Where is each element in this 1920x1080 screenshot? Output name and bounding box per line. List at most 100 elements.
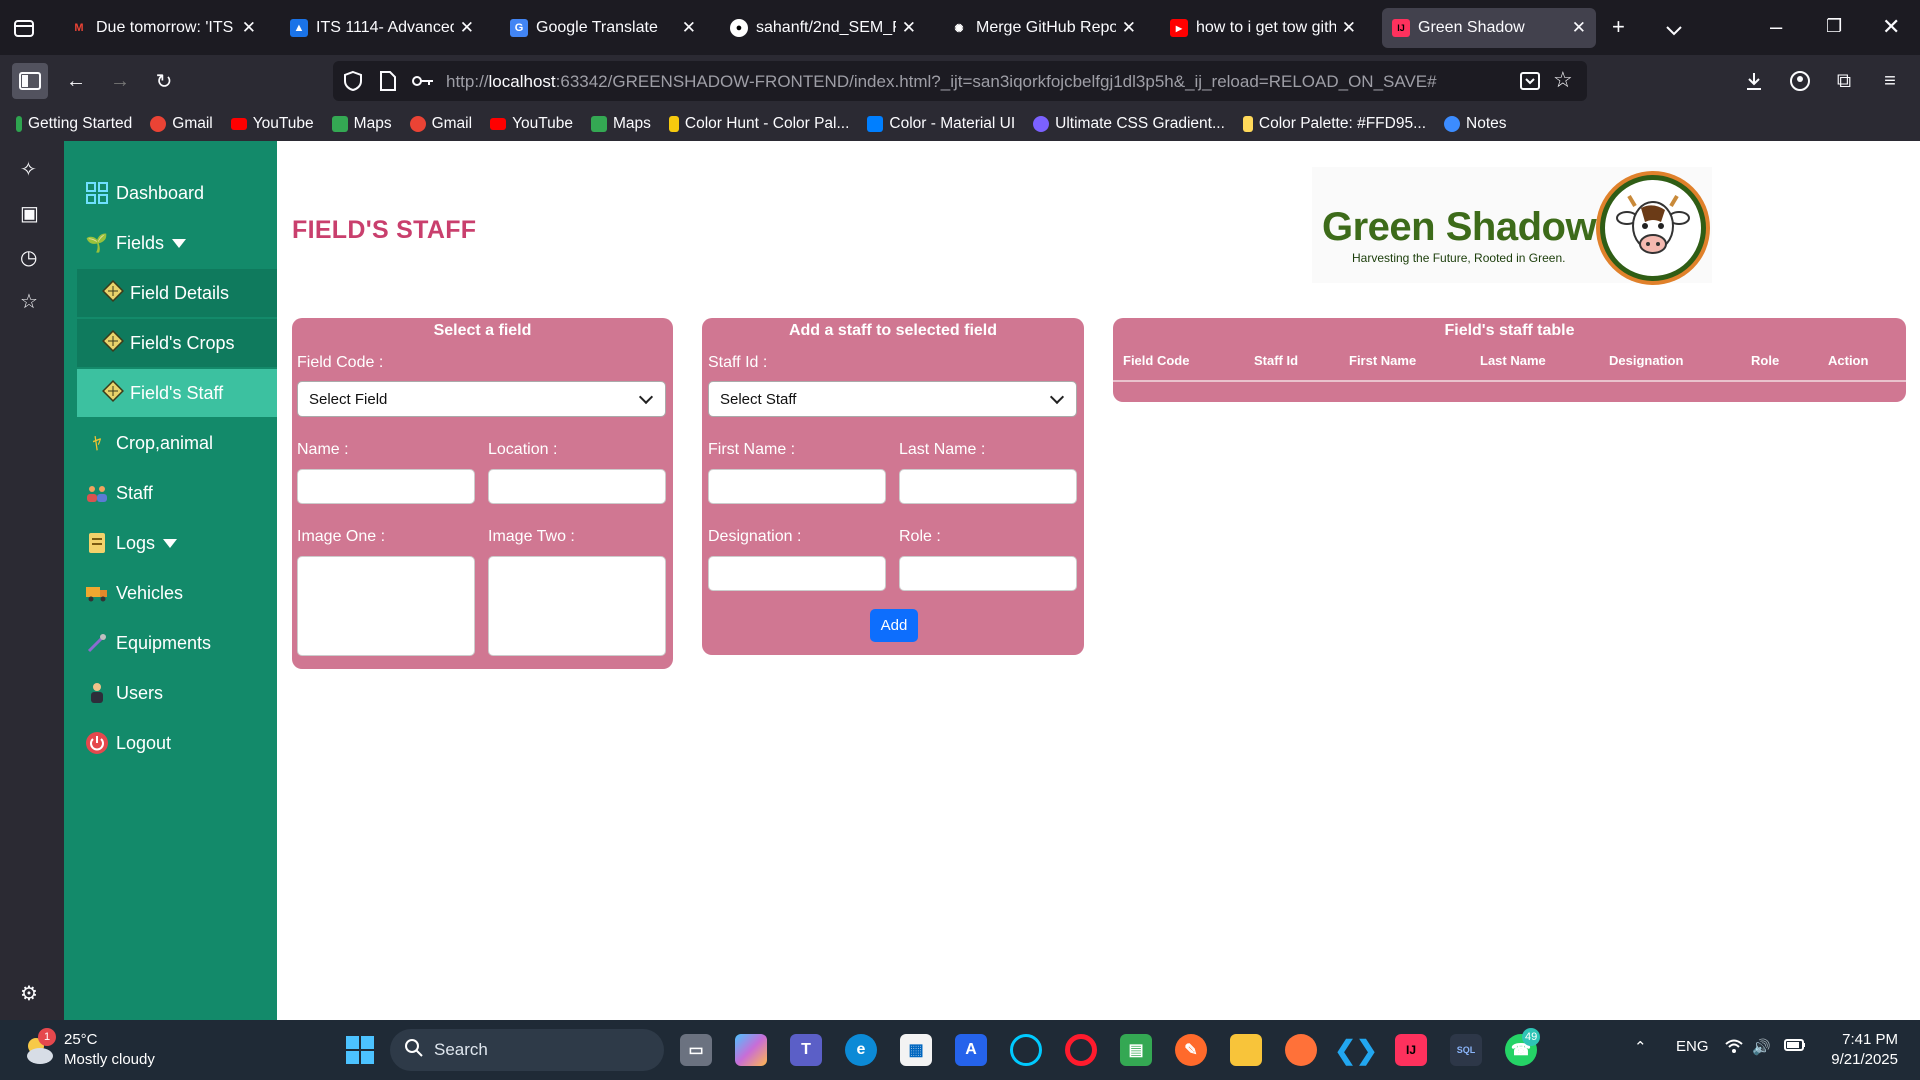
classroom-icon[interactable]: ▤ <box>1120 1034 1152 1066</box>
bookmark-item[interactable]: Color Palette: #FFD95... <box>1242 115 1426 133</box>
image-one-box[interactable] <box>297 556 475 656</box>
bookmark-star-icon[interactable]: ☆ <box>1553 67 1573 93</box>
close-tab-icon[interactable]: ✕ <box>902 18 916 38</box>
nav-crop-animal[interactable]: ﾔ Crop,animal <box>84 423 214 463</box>
intellij-icon[interactable]: IJ <box>1395 1034 1427 1066</box>
close-tab-icon[interactable]: ✕ <box>1572 18 1586 38</box>
nav-vehicles[interactable]: Vehicles <box>84 573 183 613</box>
browser-tab[interactable]: ✺ Merge GitHub Repos ✕ <box>940 8 1146 48</box>
azure-icon[interactable]: A <box>955 1034 987 1066</box>
nav-field-details[interactable]: Field Details <box>77 269 277 317</box>
menu-icon[interactable]: ≡ <box>1872 63 1908 99</box>
add-button[interactable]: Add <box>870 609 918 642</box>
url-text[interactable]: http://localhost:63342/GREENSHADOW-FRONT… <box>446 72 1437 92</box>
bookmark-item[interactable]: Gmail <box>409 115 472 133</box>
volume-icon[interactable]: 🔊 <box>1752 1038 1771 1056</box>
store-icon[interactable]: ▦ <box>900 1034 932 1066</box>
browser-tab[interactable]: ▶ how to i get tow githu ✕ <box>1160 8 1366 48</box>
page-icon[interactable] <box>379 70 397 97</box>
wifi-icon[interactable] <box>1724 1038 1744 1058</box>
field-code-select[interactable]: Select Field <box>297 381 666 417</box>
nav-dashboard[interactable]: Dashboard <box>84 173 204 213</box>
account-icon[interactable] <box>1782 63 1818 99</box>
edge-icon[interactable]: e <box>845 1034 877 1066</box>
browser-tab[interactable]: ▲ ITS 1114- Advanced AI ✕ <box>280 8 484 48</box>
bookmark-item[interactable]: Getting Started <box>16 115 132 133</box>
task-view-icon[interactable]: ▭ <box>680 1034 712 1066</box>
ai-chatbot-icon[interactable]: ✧ <box>20 157 37 182</box>
chevron-down-icon[interactable] <box>1664 18 1684 44</box>
sidebar-toggle-icon[interactable] <box>12 63 48 99</box>
bookmark-item[interactable]: Color Hunt - Color Pal... <box>668 115 849 133</box>
history-icon[interactable]: ◷ <box>20 245 37 270</box>
close-window-icon[interactable]: ✕ <box>1882 14 1900 40</box>
save-to-pocket-icon[interactable] <box>1519 70 1541 97</box>
bookmark-item[interactable]: YouTube <box>490 115 573 133</box>
forward-icon[interactable]: → <box>102 63 138 99</box>
new-tab-icon[interactable]: + <box>1612 14 1625 40</box>
nav-staff[interactable]: Staff <box>84 473 153 513</box>
bookmark-item[interactable]: Notes <box>1444 115 1507 133</box>
first-name-field[interactable] <box>708 469 886 504</box>
weather-widget[interactable]: 25°C Mostly cloudy <box>64 1030 155 1070</box>
postman-icon[interactable]: ✎ <box>1175 1034 1207 1066</box>
battery-icon[interactable] <box>1784 1038 1806 1056</box>
close-tab-icon[interactable]: ✕ <box>682 18 696 38</box>
location-field[interactable] <box>488 469 666 504</box>
minimize-icon[interactable]: – <box>1770 14 1782 40</box>
last-name-field[interactable] <box>899 469 1077 504</box>
close-tab-icon[interactable]: ✕ <box>460 18 474 38</box>
windows-start-icon[interactable] <box>345 1035 375 1070</box>
nav-field-crops[interactable]: Field's Crops <box>77 319 277 367</box>
tab-list-icon[interactable] <box>10 14 38 42</box>
browser-tab-active[interactable]: IJ Green Shadow ✕ <box>1382 8 1596 48</box>
bookmark-item[interactable]: Maps <box>331 115 392 133</box>
firefox-icon[interactable] <box>1285 1034 1317 1066</box>
taskbar-search[interactable]: Search <box>390 1029 664 1071</box>
close-tab-icon[interactable]: ✕ <box>1122 18 1136 38</box>
nav-users[interactable]: Users <box>84 673 163 713</box>
chevron-up-icon[interactable]: ⌃ <box>1634 1038 1647 1056</box>
mysql-workbench-icon[interactable]: SQL <box>1450 1034 1482 1066</box>
language-indicator[interactable]: ENG <box>1676 1038 1709 1055</box>
downloads-icon[interactable] <box>1736 63 1772 99</box>
designation-field[interactable] <box>708 556 886 591</box>
name-field[interactable] <box>297 469 475 504</box>
image-two-box[interactable] <box>488 556 666 656</box>
extensions-icon[interactable]: ⧉ <box>1826 63 1862 99</box>
bookmark-item[interactable]: Gmail <box>150 115 213 133</box>
nav-logout[interactable]: Logout <box>84 723 171 763</box>
reload-icon[interactable]: ↻ <box>146 63 182 99</box>
bookmark-item[interactable]: Color - Material UI <box>867 115 1015 133</box>
back-icon[interactable]: ← <box>58 63 94 99</box>
bookmark-item[interactable]: YouTube <box>230 115 314 133</box>
url-scheme: http:// <box>446 72 489 91</box>
nav-equipments[interactable]: Equipments <box>84 623 211 663</box>
file-explorer-icon[interactable] <box>1230 1034 1262 1066</box>
close-tab-icon[interactable]: ✕ <box>1342 18 1356 38</box>
nav-fields[interactable]: 🌱 Fields <box>84 223 187 263</box>
synced-tabs-icon[interactable]: ▣ <box>20 201 39 226</box>
bookmark-item[interactable]: Ultimate CSS Gradient... <box>1033 115 1225 133</box>
role-field[interactable] <box>899 556 1077 591</box>
opera-icon[interactable] <box>1065 1034 1097 1066</box>
browser-tab[interactable]: ● sahanft/2nd_SEM_FIN/ ✕ <box>720 8 926 48</box>
staff-id-select[interactable]: Select Staff <box>708 381 1077 417</box>
alexa-icon[interactable] <box>1010 1034 1042 1066</box>
browser-tab[interactable]: M Due tomorrow: 'ITS 11 ✕ <box>60 8 266 48</box>
nav-logs[interactable]: Logs <box>84 523 178 563</box>
close-tab-icon[interactable]: ✕ <box>242 18 256 38</box>
bookmark-item[interactable]: Maps <box>590 115 651 133</box>
bookmarks-icon[interactable]: ☆ <box>20 289 38 314</box>
url-bar[interactable]: http://localhost:63342/GREENSHADOW-FRONT… <box>333 61 1587 101</box>
shield-icon[interactable] <box>343 70 363 97</box>
clock[interactable]: 7:41 PM 9/21/2025 <box>1818 1030 1898 1070</box>
teams-icon[interactable]: T <box>790 1034 822 1066</box>
nav-field-staff[interactable]: Field's Staff <box>77 369 277 417</box>
restore-icon[interactable]: ❐ <box>1826 16 1842 37</box>
vscode-icon[interactable]: ❮❯ <box>1334 1034 1378 1066</box>
browser-tab[interactable]: G Google Translate ✕ <box>500 8 706 48</box>
key-icon[interactable] <box>411 71 435 96</box>
settings-gear-icon[interactable]: ⚙ <box>20 981 38 1006</box>
copilot-icon[interactable] <box>735 1034 767 1066</box>
